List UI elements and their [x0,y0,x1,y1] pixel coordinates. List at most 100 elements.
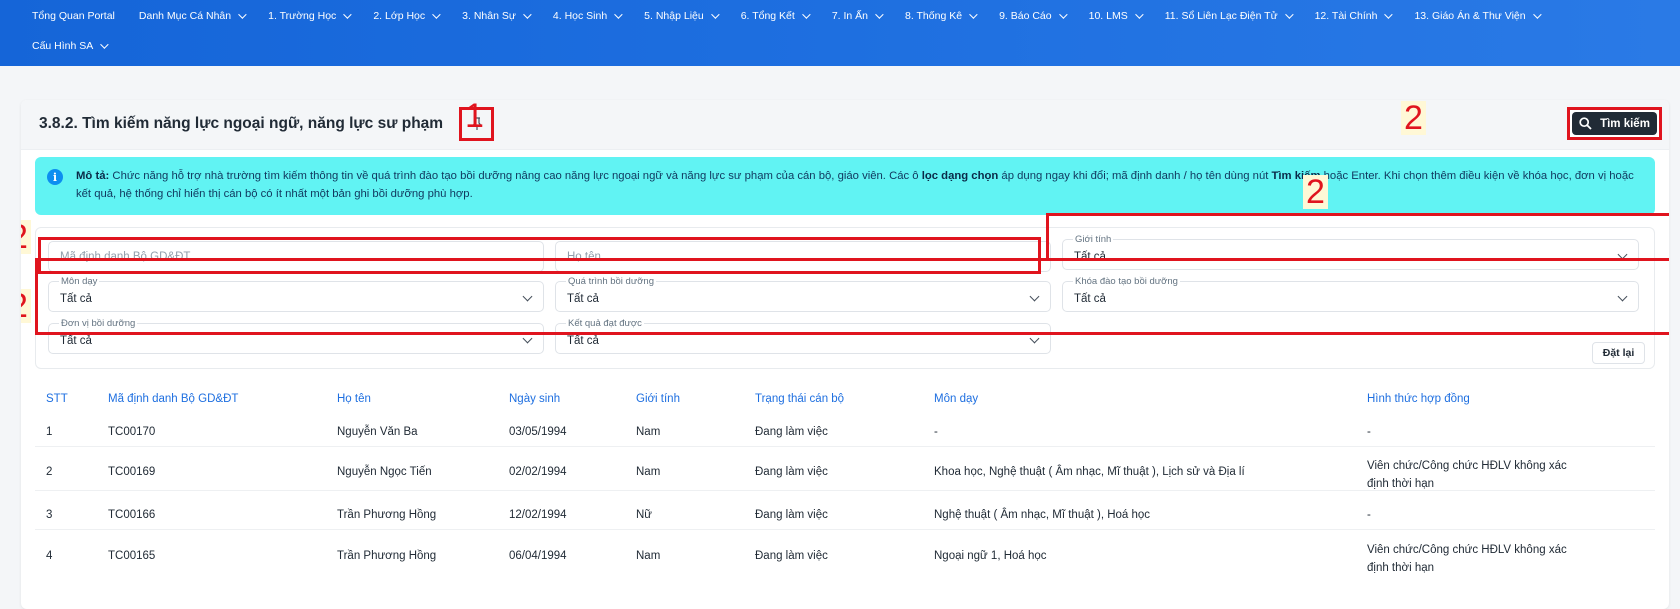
chevron-down-icon [710,10,720,19]
info-label: Mô tả: [76,170,110,182]
table-cell: Nghệ thuật ( Âm nhạc, Mĩ thuật ), Hoá họ… [934,509,1151,521]
table-cell: 06/04/1994 [509,550,567,562]
nav-item[interactable]: 5. Nhập Liệu [644,10,720,22]
nav-item-label: Cấu Hình SA [32,40,94,52]
subject-select-value: Tất cả [60,293,92,305]
table-cell: Trần Phương Hồng [337,550,437,562]
nav-item[interactable]: 7. In Ấn [832,10,884,22]
nav-item-label: 2. Lớp Học [373,10,426,22]
info-text-1: Chức năng hỗ trợ nhà trường tìm kiếm thô… [109,170,922,182]
result-select[interactable]: Kết quả đạt được Tất cả [555,318,1051,354]
gender-select-label: Giới tính [1073,234,1114,245]
annotation-marker-dropdowns: 2 [21,289,31,323]
annotation-marker-gender: 2 [1303,175,1328,209]
chevron-down-icon [522,333,533,344]
column-header[interactable]: Trạng thái cán bộ [755,393,844,405]
table-cell: - [1367,426,1371,438]
column-header[interactable]: Giới tính [636,393,680,405]
subject-select[interactable]: Môn dạy Tất cả [48,276,544,312]
search-button[interactable]: Tìm kiếm [1572,112,1657,135]
table-cell: Đang làm việc [755,509,828,521]
table-cell: Trần Phương Hồng [337,509,437,521]
result-select-label: Kết quả đạt được [566,318,644,329]
table-cell: 4 [46,550,53,562]
nav-item-label: Danh Mục Cá Nhân [138,10,232,22]
nav-item-label: 5. Nhập Liệu [644,10,704,22]
table-cell: Nguyễn Ngọc Tiến [337,466,432,478]
nav-item[interactable]: 13. Giáo Án & Thư Viện [1414,10,1542,22]
column-header[interactable]: Họ tên [337,393,371,405]
nav-item-label: 4. Học Sinh [552,10,608,22]
chevron-down-icon [1029,333,1040,344]
nav-item-label: 6. Tổng Kết [740,10,795,22]
name-input[interactable]: Họ tên [555,241,1051,272]
chevron-down-icon [1617,249,1628,260]
training-course-value: Tất cả [1074,293,1106,305]
nav-item-label: 12. Tài Chính [1314,10,1378,22]
column-header[interactable]: Mã định danh Bộ GD&ĐT [108,393,238,405]
nav-item[interactable]: 6. Tổng Kết [740,10,811,22]
nav-item-label: 1. Trường Học [268,10,337,22]
training-process-select[interactable]: Quá trình bồi dưỡng Tất cả [555,276,1051,312]
chevron-down-icon [432,10,441,19]
nav-item-label: 3. Nhân Sự [462,10,516,22]
annotation-marker-pin: 1 [465,100,484,135]
table-cell: Đang làm việc [755,426,828,438]
table-cell: 03/05/1994 [509,426,567,438]
info-bold-1: lọc dạng chọn [921,170,999,182]
table-cell: Nữ [636,509,653,521]
row-divider [35,529,1655,530]
info-description: Mô tả: Chức năng hỗ trợ nhà trường tìm k… [76,167,1641,203]
table-cell: TC00166 [108,509,156,521]
nav-item[interactable]: 2. Lớp Học [373,10,441,22]
nav-item[interactable]: Tổng Quan Portal [32,10,115,22]
column-header[interactable]: Ngày sinh [509,393,560,405]
id-input-placeholder: Mã định danh Bộ GD&ĐT [60,251,191,263]
nav-item[interactable]: 9. Báo Cáo [999,10,1068,22]
training-course-label: Khóa đào tạo bồi dưỡng [1073,276,1180,287]
nav-item[interactable]: Danh Mục Cá Nhân [138,10,247,22]
table-cell: - [1367,509,1371,521]
table-cell: Đang làm việc [755,550,828,562]
annotation-marker-search: 2 [1401,101,1426,135]
chevron-down-icon [1134,10,1144,19]
gender-select[interactable]: Giới tính Tất cả [1062,234,1639,270]
table-cell: Ngoại ngữ 1, Hoá học [934,550,1047,562]
training-process-label: Quá trình bồi dưỡng [566,276,657,287]
chevron-down-icon [100,40,109,49]
nav-item[interactable]: 8. Thống Kê [905,10,978,22]
info-alert: i Mô tả: Chức năng hỗ trợ nhà trường tìm… [35,157,1655,215]
chevron-down-icon [1058,10,1068,19]
table-cell: TC00165 [108,550,156,562]
nav-item[interactable]: 3. Nhân Sự [462,10,532,22]
nav-item[interactable]: 12. Tài Chính [1314,10,1394,22]
nav-item[interactable]: 1. Trường Học [268,10,352,22]
nav-item[interactable]: Cấu Hình SA [32,40,109,52]
table-cell: Khoa học, Nghệ thuật ( Âm nhạc, Mĩ thuật… [934,466,1245,478]
column-header[interactable]: Hình thức hợp đồng [1367,393,1470,405]
column-header[interactable]: Môn dạy [934,393,978,405]
training-course-select[interactable]: Khóa đào tạo bồi dưỡng Tất cả [1062,276,1639,312]
id-input[interactable]: Mã định danh Bộ GD&ĐT [48,241,544,272]
nav-item[interactable]: 4. Học Sinh [552,10,623,22]
chevron-down-icon [1617,291,1628,302]
nav-item-label: 10. LMS [1088,10,1128,22]
row-divider [35,446,1655,447]
card-header: 3.8.2. Tìm kiếm năng lực ngoại ngữ, năng… [21,100,1669,150]
table-cell: Đang làm việc [755,466,828,478]
main-card: 3.8.2. Tìm kiếm năng lực ngoại ngữ, năng… [21,100,1669,609]
table-cell: 3 [46,509,53,521]
nav-item[interactable]: 10. LMS [1088,10,1144,22]
table-cell: Nam [636,466,661,478]
search-button-highlight: Tìm kiếm [1567,107,1662,140]
column-header[interactable]: STT [46,393,68,405]
training-unit-select[interactable]: Đơn vị bồi dưỡng Tất cả [48,318,544,354]
chevron-down-icon [969,10,978,19]
chevron-down-icon [238,10,247,19]
search-button-label: Tìm kiếm [1600,117,1650,130]
table-cell: Viên chức/Công chức HĐLV không xác định … [1367,460,1567,490]
reset-button[interactable]: Đặt lại [1592,342,1645,364]
chevron-down-icon [875,10,884,19]
nav-item[interactable]: 11. Sổ Liên Lạc Điện Tử [1165,10,1294,22]
training-unit-label: Đơn vị bồi dưỡng [59,318,138,329]
